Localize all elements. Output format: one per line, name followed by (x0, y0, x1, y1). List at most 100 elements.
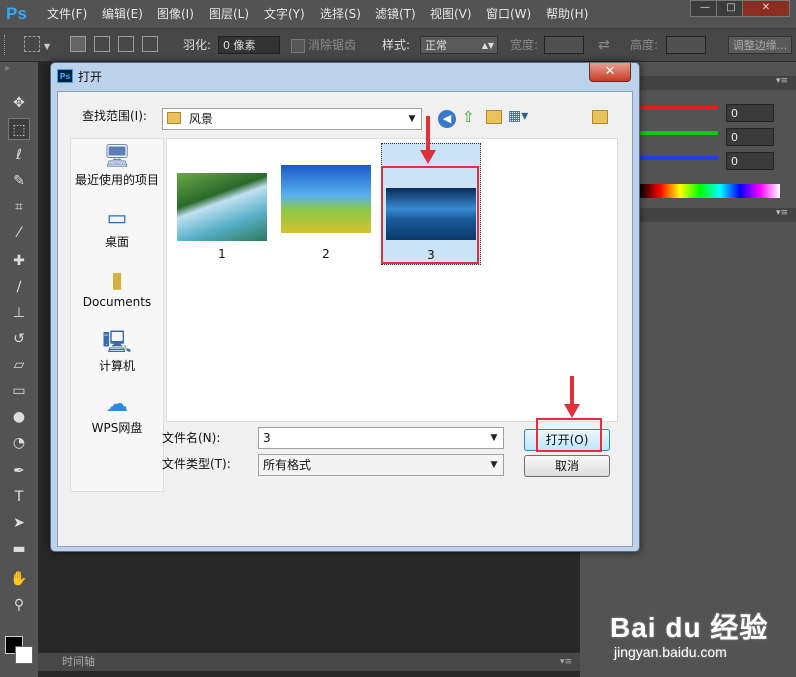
lasso-tool-icon[interactable]: ℓ (8, 144, 30, 166)
width-input[interactable] (544, 36, 584, 54)
stamp-tool-icon[interactable]: ⊥ (8, 302, 30, 324)
dodge-tool-icon[interactable]: ◔ (8, 432, 30, 454)
file-item[interactable]: 2 (277, 139, 375, 263)
place-label: 最近使用的项目 (74, 173, 159, 187)
computer-icon: 🖳 (102, 330, 132, 355)
panel-menu-icon[interactable]: ▾≡ (560, 653, 572, 671)
menu-filter[interactable]: 滤镜(T) (375, 0, 416, 28)
place-label: Documents (82, 295, 152, 309)
chevron-down-icon[interactable]: ▼ (44, 42, 50, 51)
blue-slider[interactable] (640, 156, 718, 160)
view-menu-icon[interactable]: ▦▾ (508, 108, 528, 124)
move-tool-icon[interactable]: ✥ (8, 92, 30, 114)
annotation-arrowhead (420, 150, 436, 164)
quick-select-tool-icon[interactable]: ✎ (8, 170, 30, 192)
dropdown-arrow-icon: ▼ (490, 460, 498, 470)
menu-bar: Ps 文件(F) 编辑(E) 图像(I) 图层(L) 文字(Y) 选择(S) 滤… (0, 0, 796, 29)
filetype-select[interactable]: 所有格式 ▼ (258, 454, 504, 476)
eyedropper-tool-icon[interactable]: ⁄ (8, 222, 30, 244)
subtract-selection-icon[interactable] (118, 36, 134, 52)
healing-brush-tool-icon[interactable]: ✚ (8, 250, 30, 272)
menu-edit[interactable]: 编辑(E) (102, 0, 143, 28)
rect-marquee-tool-icon[interactable]: ⬚ (8, 118, 30, 140)
red-value-input[interactable]: 0 (726, 104, 774, 122)
shape-tool-icon[interactable]: ▬ (8, 538, 30, 560)
lookin-value: 风景 (188, 112, 213, 126)
dialog-title: 打开 (78, 70, 103, 84)
place-computer[interactable]: 🖳 计算机 (71, 329, 163, 374)
place-desktop[interactable]: ▭ 桌面 (71, 205, 163, 250)
lookin-select[interactable]: 风景 ▼ (162, 108, 422, 130)
new-selection-icon[interactable] (70, 36, 86, 52)
green-value-input[interactable]: 0 (726, 128, 774, 146)
annotation-arrowhead (564, 404, 580, 418)
menu-image[interactable]: 图像(I) (157, 0, 194, 28)
feather-label: 羽化: (183, 38, 212, 52)
file-name: 1 (218, 247, 226, 261)
add-selection-icon[interactable] (94, 36, 110, 52)
brush-tool-icon[interactable]: ∕ (8, 276, 30, 298)
height-input[interactable] (666, 36, 706, 54)
crop-tool-icon[interactable]: ⌗ (8, 196, 30, 218)
photoshop-logo: Ps (6, 4, 27, 23)
filetype-label: 文件类型(T): (162, 457, 231, 471)
place-recent[interactable]: 🖥 最近使用的项目 (71, 143, 163, 188)
cloud-icon: ☁ (106, 392, 128, 417)
filename-value: 3 (263, 431, 271, 445)
baidu-watermark: Bai du 经验 (610, 612, 769, 643)
landscape-thumbnail (281, 165, 371, 233)
cancel-button[interactable]: 取消 (524, 455, 610, 477)
ps-small-logo: Ps (57, 69, 73, 83)
back-icon[interactable]: ◀ (438, 110, 456, 128)
feather-input[interactable]: 0 像素 (218, 36, 280, 54)
eraser-tool-icon[interactable]: ▱ (8, 354, 30, 376)
color-spectrum[interactable] (640, 184, 780, 198)
panel-menu-icon[interactable]: ▾≡ (776, 76, 788, 86)
menu-file[interactable]: 文件(F) (47, 0, 87, 28)
dropdown-arrow-icon: ▼ (408, 114, 416, 124)
refine-edge-button[interactable]: 调整边缘... (728, 36, 792, 54)
intersect-selection-icon[interactable] (142, 36, 158, 52)
tools-panel: » ✥ ⬚ ℓ ✎ ⌗ ⁄ ✚ ∕ ⊥ ↺ ▱ ▭ ● ◔ ✒ T ➤ ▬ ✋ … (0, 62, 39, 677)
recent-items-icon: 🖥 (103, 144, 131, 169)
file-item[interactable]: 1 (173, 143, 271, 263)
up-folder-icon[interactable]: ⇧ (462, 108, 475, 126)
panel-menu-icon[interactable]: ▾≡ (776, 208, 788, 218)
background-color-swatch[interactable] (15, 646, 33, 664)
close-button[interactable]: ✕ (742, 0, 790, 17)
filename-input[interactable]: 3 ▼ (258, 427, 504, 449)
type-tool-icon[interactable]: T (8, 486, 30, 508)
path-select-tool-icon[interactable]: ➤ (8, 512, 30, 534)
marquee-tool-icon[interactable] (24, 36, 40, 52)
timeline-label: 时间轴 (62, 655, 95, 668)
menu-view[interactable]: 视图(V) (430, 0, 472, 28)
timeline-panel: 时间轴 ▾≡ (38, 652, 580, 671)
pen-tool-icon[interactable]: ✒ (8, 460, 30, 482)
new-folder-icon[interactable] (486, 110, 502, 124)
zoom-tool-icon[interactable]: ⚲ (8, 594, 30, 616)
menu-layer[interactable]: 图层(L) (209, 0, 249, 28)
hand-tool-icon[interactable]: ✋ (8, 568, 30, 590)
blue-value-input[interactable]: 0 (726, 152, 774, 170)
highlight-box (536, 418, 602, 452)
swap-icon[interactable]: ⇄ (598, 37, 610, 53)
lookin-label: 查找范围(I): (82, 109, 147, 123)
place-wps-cloud[interactable]: ☁ WPS网盘 (71, 391, 163, 436)
menu-select[interactable]: 选择(S) (320, 0, 361, 28)
antialias-checkbox[interactable] (291, 39, 305, 53)
menu-window[interactable]: 窗口(W) (486, 0, 531, 28)
place-documents[interactable]: ▮ Documents (71, 267, 163, 309)
file-name: 2 (322, 247, 330, 261)
history-brush-tool-icon[interactable]: ↺ (8, 328, 30, 350)
preview-folder-icon[interactable] (592, 110, 608, 124)
green-slider[interactable] (640, 131, 718, 135)
dialog-close-button[interactable]: ✕ (589, 63, 631, 82)
menu-type[interactable]: 文字(Y) (264, 0, 305, 28)
red-slider[interactable] (640, 106, 718, 110)
gradient-tool-icon[interactable]: ▭ (8, 380, 30, 402)
style-select[interactable]: 正常 ▲▼ (420, 36, 498, 54)
collapse-icon[interactable]: » (4, 64, 10, 74)
blur-tool-icon[interactable]: ● (8, 406, 30, 428)
menu-help[interactable]: 帮助(H) (546, 0, 588, 28)
open-dialog: Ps 打开 ✕ 查找范围(I): 风景 ▼ ◀ ⇧ ▦▾ 🖥 最近使用的项目 ▭… (50, 62, 640, 552)
